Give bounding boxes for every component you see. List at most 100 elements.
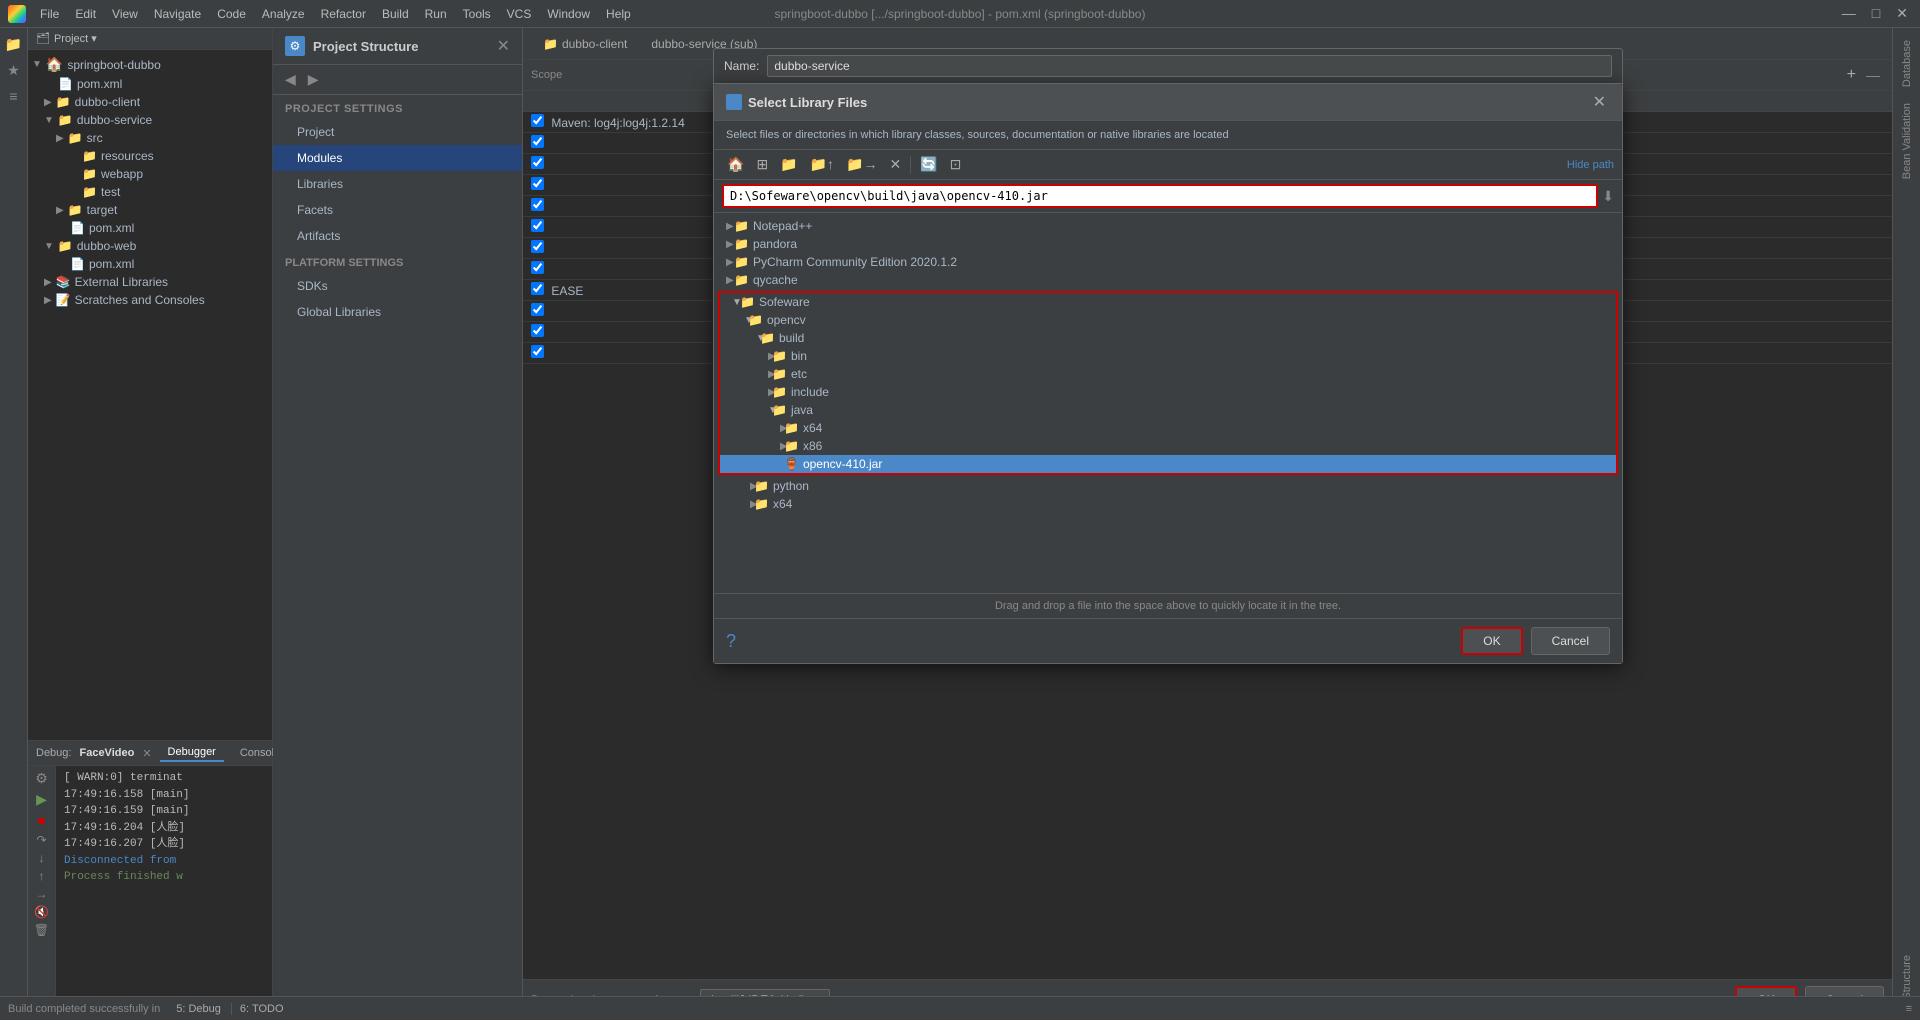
toolbar-delete-button[interactable]: ✕: [884, 154, 906, 175]
menu-navigate[interactable]: Navigate: [146, 5, 209, 23]
toolbar-bookmark-button[interactable]: ⊡: [945, 154, 967, 175]
window-controls: — □ ✕: [1838, 5, 1912, 22]
ft-python[interactable]: ▶ 📁 python: [714, 477, 1622, 495]
chevron-icon: ▶: [718, 275, 730, 286]
ft-include[interactable]: ▶ 📁 include: [720, 383, 1616, 401]
menu-edit[interactable]: Edit: [67, 5, 104, 23]
dialog-footer: ? OK Cancel: [714, 618, 1622, 663]
menu-run[interactable]: Run: [417, 5, 455, 23]
debug-resume-icon[interactable]: ▶: [36, 791, 47, 808]
ps-forward-button[interactable]: ▶: [304, 69, 323, 90]
menu-code[interactable]: Code: [209, 5, 254, 23]
ps-item-modules[interactable]: Modules: [273, 145, 522, 171]
toolbar-folder-nav-button[interactable]: 📁→: [841, 154, 882, 175]
menu-build[interactable]: Build: [374, 5, 417, 23]
ft-opencv-jar[interactable]: 🏺 opencv-410.jar: [720, 455, 1616, 473]
menu-analyze[interactable]: Analyze: [254, 5, 313, 23]
debug-run-to-cursor-icon[interactable]: →: [36, 887, 48, 901]
ps-close-button[interactable]: ✕: [497, 36, 510, 56]
help-button[interactable]: ?: [726, 631, 736, 652]
ft-pycharm[interactable]: ▶ 📁 PyCharm Community Edition 2020.1.2: [714, 253, 1622, 271]
ft-notepadpp[interactable]: ▶ 📁 Notepad++: [714, 217, 1622, 235]
minimize-button[interactable]: —: [1838, 5, 1860, 22]
tree-root[interactable]: ▼ 🏠 springboot-dubbo: [28, 54, 272, 75]
right-bean-label[interactable]: Bean Validation: [1897, 95, 1917, 187]
tree-dubbo-service[interactable]: ▼ 📁 dubbo-service: [28, 111, 272, 129]
ft-x86[interactable]: ▶ 📁 x86: [720, 437, 1616, 455]
debug-step-into-icon[interactable]: ↓: [39, 851, 45, 865]
menu-tools[interactable]: Tools: [455, 5, 499, 23]
debug-stop-icon[interactable]: ⏹: [38, 812, 45, 829]
name-input[interactable]: [767, 55, 1612, 77]
debug-line-finished: Process finished w: [64, 869, 264, 886]
menu-help[interactable]: Help: [598, 5, 639, 23]
debug-close-icon[interactable]: ✕: [142, 747, 151, 760]
ft-qycache[interactable]: ▶ 📁 qycache: [714, 271, 1622, 289]
dialog-close-button[interactable]: ✕: [1589, 92, 1610, 112]
maximize-button[interactable]: □: [1868, 5, 1884, 22]
ft-build[interactable]: ▼ 📁 build: [720, 329, 1616, 347]
ft-x64-opencv[interactable]: ▶ 📁 x64: [714, 495, 1622, 513]
status-tab-todo[interactable]: 6: TODO: [231, 1003, 292, 1015]
ft-etc[interactable]: ▶ 📁 etc: [720, 365, 1616, 383]
favorites-icon[interactable]: ★: [2, 58, 26, 82]
tree-pom-xml[interactable]: 📄 pom.xml: [28, 75, 272, 93]
statusbar: Build completed successfully in 5: Debug…: [0, 996, 1920, 1020]
ps-item-project[interactable]: Project: [273, 119, 522, 145]
toolbar-refresh-button[interactable]: 🔄: [915, 154, 942, 175]
ft-java[interactable]: ▼ 📁 java: [720, 401, 1616, 419]
tree-src[interactable]: ▶ 📁 src: [28, 129, 272, 147]
menu-window[interactable]: Window: [539, 5, 598, 23]
ft-opencv[interactable]: ▼ 📁 opencv: [720, 311, 1616, 329]
tree-resources[interactable]: 📁 resources: [28, 147, 272, 165]
tree-external-libs[interactable]: ▶ 📚 External Libraries: [28, 273, 272, 291]
menu-refactor[interactable]: Refactor: [313, 5, 374, 23]
tree-test[interactable]: 📁 test: [28, 183, 272, 201]
floating-dialog-container: Name: Select Library Files ✕ Select file…: [713, 48, 1623, 664]
tree-service-pom[interactable]: 📄 pom.xml: [28, 219, 272, 237]
debug-step-over-icon[interactable]: ↷: [36, 833, 46, 847]
toolbar-home-button[interactable]: 🏠: [722, 154, 749, 175]
project-icon[interactable]: 📁: [2, 32, 26, 56]
debug-settings-icon[interactable]: ⚙: [35, 770, 48, 787]
tree-scratches[interactable]: ▶ 📝 Scratches and Consoles: [28, 291, 272, 309]
debug-tab-debugger[interactable]: Debugger: [160, 744, 224, 762]
tree-webapp[interactable]: 📁 webapp: [28, 165, 272, 183]
status-tab-debug[interactable]: 5: Debug: [168, 1003, 229, 1015]
toolbar-grid-button[interactable]: ⊞: [751, 154, 773, 175]
tree-target[interactable]: ▶ 📁 target: [28, 201, 272, 219]
hide-path-button[interactable]: Hide path: [1567, 159, 1614, 171]
ft-sofeware[interactable]: ▼ 📁 Sofeware: [720, 293, 1616, 311]
ft-pandora[interactable]: ▶ 📁 pandora: [714, 235, 1622, 253]
ps-item-facets[interactable]: Facets: [273, 197, 522, 223]
debug-clear-icon[interactable]: 🗑: [34, 923, 49, 937]
ps-item-artifacts[interactable]: Artifacts: [273, 223, 522, 249]
debug-step-out-icon[interactable]: ↑: [39, 869, 45, 883]
path-input[interactable]: [722, 184, 1598, 208]
ps-item-libraries[interactable]: Libraries: [273, 171, 522, 197]
menu-file[interactable]: File: [32, 5, 67, 23]
ps-item-sdks[interactable]: SDKs: [273, 273, 522, 299]
tree-web-pom[interactable]: 📄 pom.xml: [28, 255, 272, 273]
tree-dubbo-client[interactable]: ▶ 📁 dubbo-client: [28, 93, 272, 111]
path-download-icon[interactable]: ⬇: [1602, 188, 1614, 205]
ft-x64-java[interactable]: ▶ 📁 x64: [720, 419, 1616, 437]
remove-dependency-button[interactable]: —: [1862, 67, 1884, 83]
debug-mute-icon[interactable]: 🔇: [34, 905, 49, 919]
toolbar-folder-new-button[interactable]: 📁: [775, 154, 802, 175]
menu-vcs[interactable]: VCS: [499, 5, 540, 23]
ft-bin[interactable]: ▶ 📁 bin: [720, 347, 1616, 365]
status-menu-icon[interactable]: ≡: [1906, 1003, 1912, 1015]
ps-back-button[interactable]: ◀: [281, 69, 300, 90]
toolbar-folder-up-button[interactable]: 📁↑: [805, 154, 839, 175]
ps-item-global-libraries[interactable]: Global Libraries: [273, 299, 522, 325]
close-button[interactable]: ✕: [1892, 5, 1912, 22]
cancel-button[interactable]: Cancel: [1531, 627, 1610, 655]
add-dependency-button[interactable]: +: [1841, 64, 1862, 86]
right-database-label[interactable]: Database: [1897, 32, 1917, 95]
menu-view[interactable]: View: [104, 5, 146, 23]
ok-button[interactable]: OK: [1461, 627, 1522, 655]
module-tab-client[interactable]: 📁 dubbo-client: [531, 33, 639, 55]
tree-dubbo-web[interactable]: ▼ 📁 dubbo-web: [28, 237, 272, 255]
structure-icon[interactable]: ≡: [2, 84, 26, 108]
